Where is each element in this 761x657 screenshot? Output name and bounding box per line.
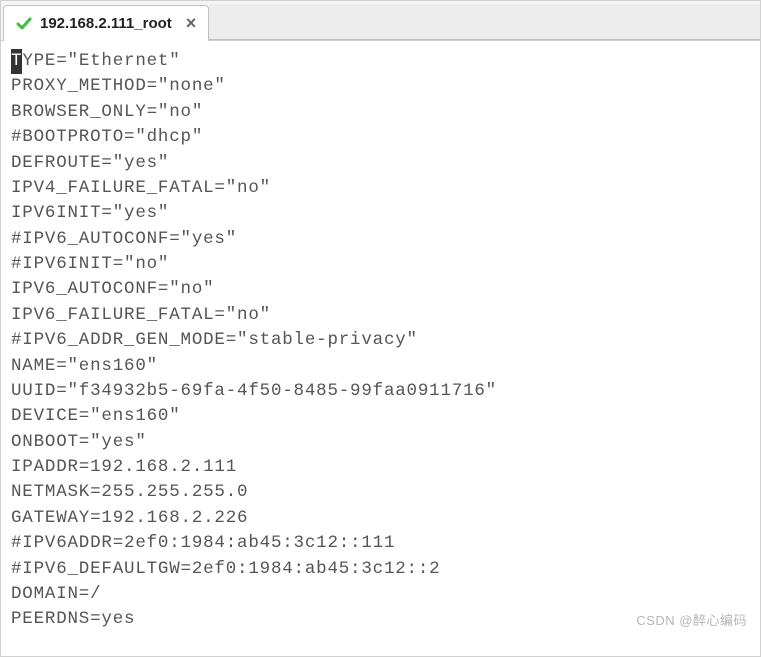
config-line: BROWSER_ONLY="no" (11, 100, 750, 125)
config-line: DOMAIN=/ (11, 582, 750, 607)
config-line: #IPV6_ADDR_GEN_MODE="stable-privacy" (11, 328, 750, 353)
config-line: IPADDR=192.168.2.111 (11, 455, 750, 480)
config-line: DEFROUTE="yes" (11, 151, 750, 176)
config-line: PEERDNS=yes (11, 607, 750, 632)
config-line: #IPV6_AUTOCONF="yes" (11, 227, 750, 252)
config-line: UUID="f34932b5-69fa-4f50-8485-99faa09117… (11, 379, 750, 404)
config-line: NETMASK=255.255.255.0 (11, 480, 750, 505)
tab-bar: 192.168.2.111_root × (1, 1, 760, 41)
config-line: TYPE="Ethernet" (11, 49, 750, 74)
editor-window: 192.168.2.111_root × TYPE="Ethernet" PRO… (0, 0, 761, 657)
config-text: YPE="Ethernet" (22, 51, 180, 71)
config-line: NAME="ens160" (11, 354, 750, 379)
config-line: #BOOTPROTO="dhcp" (11, 125, 750, 150)
config-line: IPV6_FAILURE_FATAL="no" (11, 303, 750, 328)
config-line: #IPV6INIT="no" (11, 252, 750, 277)
close-icon[interactable]: × (186, 14, 197, 34)
checkmark-icon (16, 16, 32, 32)
config-line: ONBOOT="yes" (11, 430, 750, 455)
tab-title: 192.168.2.111_root (40, 15, 172, 32)
config-line: IPV4_FAILURE_FATAL="no" (11, 176, 750, 201)
config-line: IPV6INIT="yes" (11, 201, 750, 226)
config-line: DEVICE="ens160" (11, 404, 750, 429)
config-line: #IPV6ADDR=2ef0:1984:ab45:3c12::111 (11, 531, 750, 556)
editor-content[interactable]: TYPE="Ethernet" PROXY_METHOD="none" BROW… (1, 41, 760, 643)
config-line: IPV6_AUTOCONF="no" (11, 277, 750, 302)
config-line: #IPV6_DEFAULTGW=2ef0:1984:ab45:3c12::2 (11, 557, 750, 582)
tab-bar-spacer (209, 4, 760, 40)
tab-active[interactable]: 192.168.2.111_root × (3, 5, 209, 41)
config-line: PROXY_METHOD="none" (11, 74, 750, 99)
text-cursor: T (11, 49, 22, 74)
config-line: GATEWAY=192.168.2.226 (11, 506, 750, 531)
